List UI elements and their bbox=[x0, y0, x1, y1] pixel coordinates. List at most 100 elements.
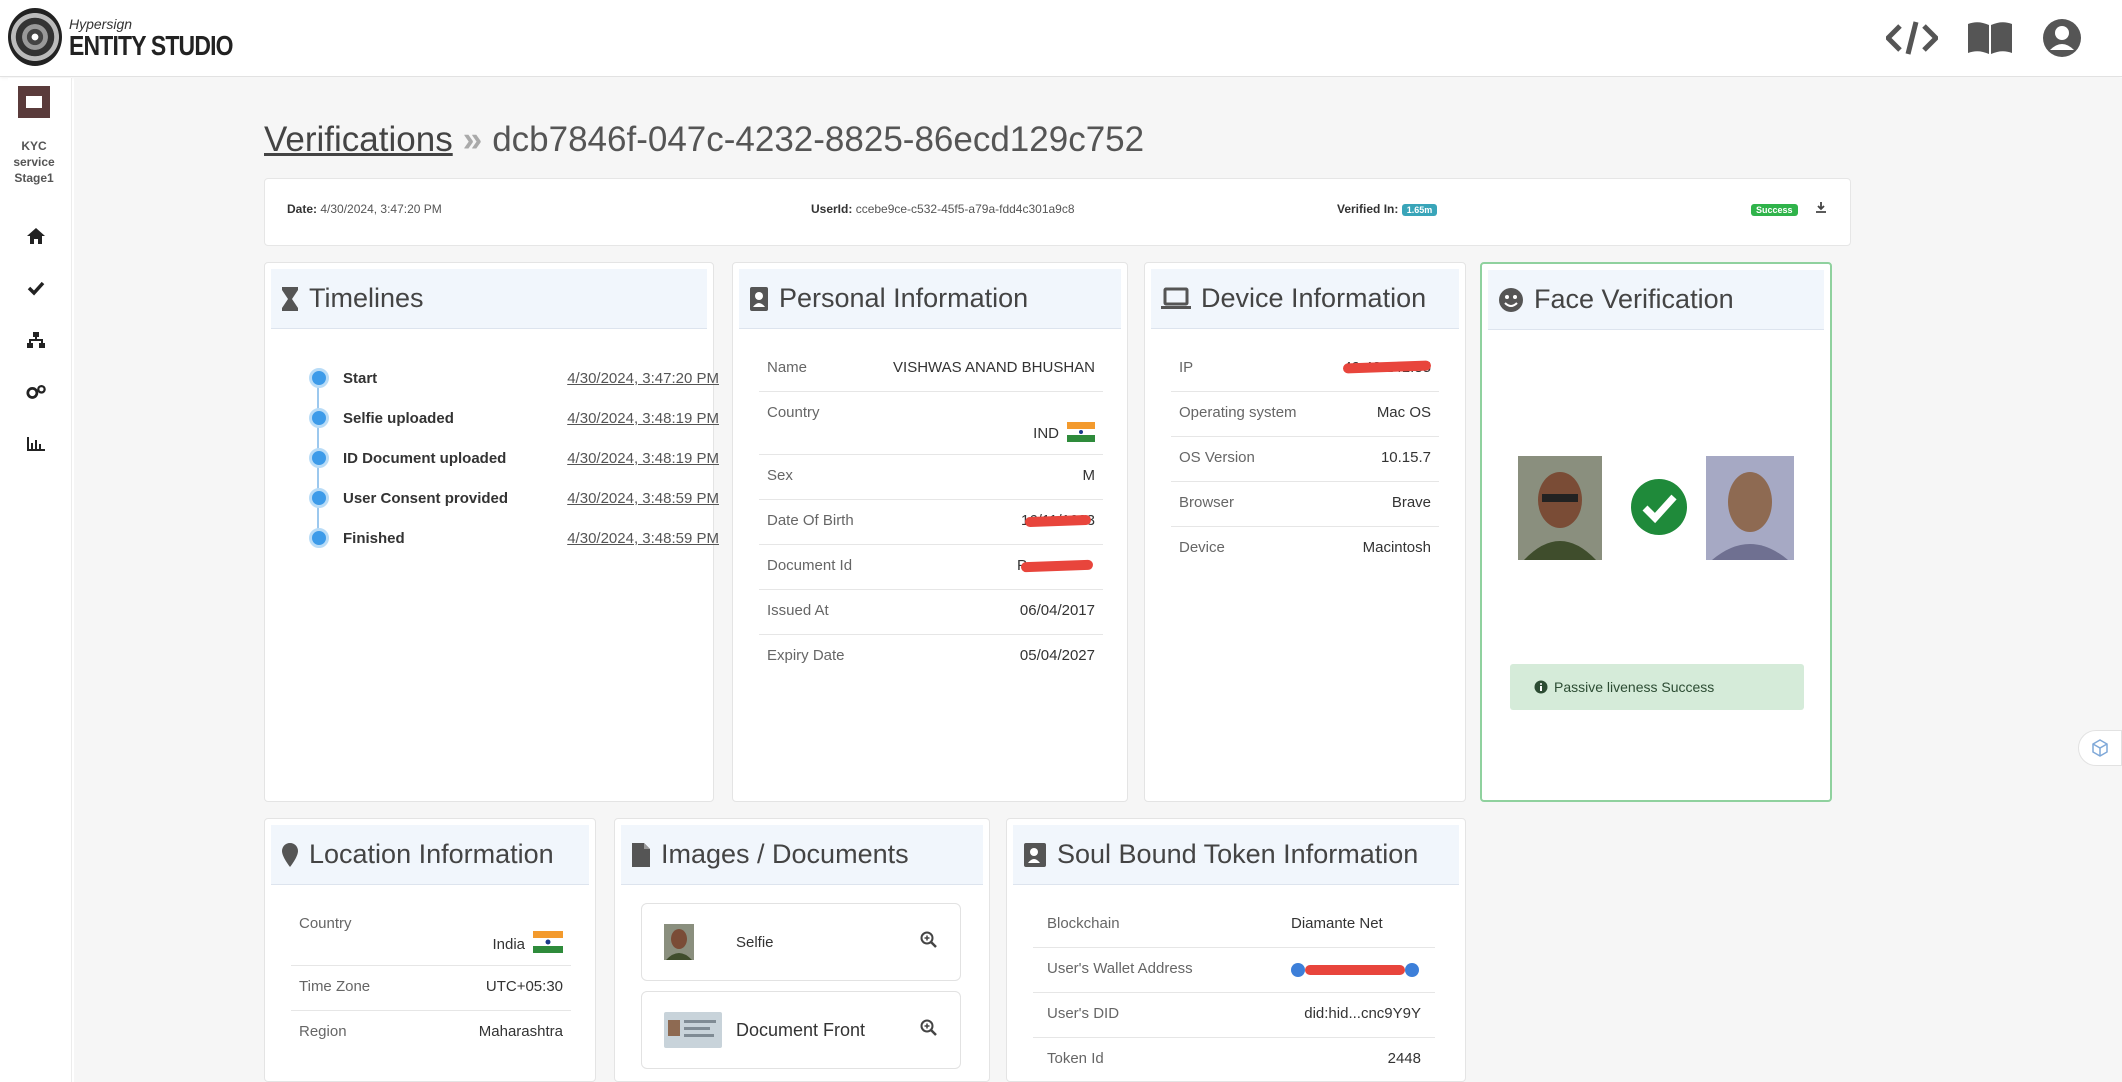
row-value: 06/04/2017 bbox=[1019, 602, 1095, 619]
device-info-title: Device Information bbox=[1201, 283, 1427, 313]
location-info-card: Location Information Country India Time … bbox=[264, 818, 596, 1082]
location-row-country: Country India bbox=[291, 903, 571, 966]
document-thumbnail bbox=[664, 1012, 722, 1048]
row-value: Brave bbox=[1391, 494, 1431, 511]
row-key: OS Version bbox=[1179, 449, 1255, 466]
timeline-event-label: ID Document uploaded bbox=[343, 449, 507, 467]
service-logo bbox=[18, 86, 50, 118]
row-key: Operating system bbox=[1179, 404, 1297, 421]
sitemap-icon[interactable] bbox=[26, 330, 46, 350]
timeline-event-date[interactable]: 4/30/2024, 3:48:19 PM bbox=[567, 450, 719, 467]
row-value: Macintosh bbox=[1362, 539, 1431, 556]
face-verification-card: Face Verification Passive liveness Succe… bbox=[1480, 262, 1832, 802]
meta-userid-value: ccebe9ce-c532-45f5-a79a-fdd4c301a9c8 bbox=[855, 202, 1075, 216]
row-value: IND bbox=[1033, 425, 1059, 442]
top-bar: Hypersign ENTITY STUDIO bbox=[0, 0, 2122, 77]
document-photo-image[interactable] bbox=[1706, 456, 1794, 560]
wallet-value bbox=[1291, 960, 1421, 980]
row-key: Blockchain bbox=[1047, 915, 1120, 932]
row-value: 05/04/2027 bbox=[1019, 647, 1095, 664]
device-row-os: Operating system Mac OS bbox=[1171, 392, 1439, 437]
location-info-title: Location Information bbox=[309, 839, 554, 869]
timeline-event-label: Start bbox=[343, 369, 378, 387]
cogs-icon[interactable] bbox=[26, 382, 46, 402]
row-key: Date Of Birth bbox=[767, 512, 854, 529]
timeline-event-label: Finished bbox=[343, 529, 405, 547]
laptop-icon bbox=[1161, 287, 1191, 311]
personal-info-title: Personal Information bbox=[779, 283, 1029, 313]
soul-bound-token-card: Soul Bound Token Information Blockchain … bbox=[1006, 818, 1466, 1082]
floating-helper-button[interactable] bbox=[2078, 730, 2122, 766]
zoom-icon[interactable] bbox=[920, 1019, 938, 1041]
meta-verified-in: Verified In: 1.65m bbox=[1337, 202, 1438, 216]
code-icon[interactable] bbox=[1886, 20, 1938, 56]
breadcrumb: Verifications » dcb7846f-047c-4232-8825-… bbox=[264, 120, 1144, 160]
face-verification-title: Face Verification bbox=[1534, 284, 1734, 314]
row-value: Maharashtra bbox=[478, 1023, 563, 1040]
hypersign-logo[interactable] bbox=[8, 8, 62, 66]
selfie-image[interactable] bbox=[1518, 456, 1602, 560]
row-value: VISHWAS ANAND BHUSHAN bbox=[893, 359, 1095, 376]
country-value: IND bbox=[1033, 422, 1095, 442]
page-title: dcb7846f-047c-4232-8825-86ecd129c752 bbox=[492, 120, 1145, 159]
location-country-value: India bbox=[492, 931, 563, 953]
sbt-header: Soul Bound Token Information bbox=[1013, 825, 1459, 885]
timeline-event: User Consent provided 4/30/2024, 3:48:59… bbox=[309, 488, 719, 508]
match-check-icon bbox=[1630, 478, 1688, 541]
timelines-card: Timelines Start 4/30/2024, 3:47:20 PM Se… bbox=[264, 262, 719, 802]
timeline-dot bbox=[309, 528, 329, 548]
device-row-os-version: OS Version 10.15.7 bbox=[1171, 437, 1439, 482]
device-info-header: Device Information bbox=[1151, 269, 1459, 329]
document-label: Document Front bbox=[736, 1019, 866, 1040]
timeline-event: Start 4/30/2024, 3:47:20 PM bbox=[309, 368, 719, 388]
meta-userid: UserId: ccebe9ce-c532-45f5-a79a-fdd4c301… bbox=[811, 202, 1075, 216]
row-value: UTC+05:30 bbox=[485, 978, 563, 995]
smile-icon bbox=[1498, 287, 1524, 313]
file-icon bbox=[631, 842, 651, 868]
liveness-text: Passive liveness Success bbox=[1554, 679, 1715, 695]
row-value: did:hid...cnc9Y9Y bbox=[1304, 1005, 1421, 1022]
timeline-event-date[interactable]: 4/30/2024, 3:48:59 PM bbox=[567, 490, 719, 507]
row-key: IP bbox=[1179, 359, 1194, 376]
timeline-dot bbox=[309, 408, 329, 428]
book-icon[interactable] bbox=[1966, 20, 2014, 56]
brand[interactable]: Hypersign ENTITY STUDIO bbox=[69, 17, 269, 61]
check-icon[interactable] bbox=[26, 278, 46, 298]
user-circle-icon[interactable] bbox=[2042, 18, 2082, 58]
india-flag-icon bbox=[533, 931, 563, 953]
breadcrumb-verifications-link[interactable]: Verifications bbox=[264, 120, 453, 160]
verification-meta: Date: 4/30/2024, 3:47:20 PM UserId: cceb… bbox=[264, 178, 1851, 246]
selfie-thumbnail bbox=[664, 924, 694, 960]
timeline-dot bbox=[309, 448, 329, 468]
document-id-value: P bbox=[1017, 557, 1095, 577]
address-card-icon bbox=[1023, 842, 1047, 868]
timelines-title: Timelines bbox=[309, 283, 424, 313]
timeline-dot bbox=[309, 368, 329, 388]
brand-title: ENTITY STUDIO bbox=[69, 30, 234, 61]
location-row-region: Region Maharashtra bbox=[291, 1011, 571, 1056]
row-value: India bbox=[492, 936, 525, 953]
sbt-row-did: User's DID did:hid...cnc9Y9Y bbox=[1033, 993, 1435, 1038]
cube-icon bbox=[2092, 739, 2108, 757]
row-key: Sex bbox=[767, 467, 793, 484]
main-content: Verifications » dcb7846f-047c-4232-8825-… bbox=[74, 78, 2122, 1082]
sbt-row-blockchain: Blockchain Diamante Net bbox=[1033, 903, 1435, 948]
meta-date: Date: 4/30/2024, 3:47:20 PM bbox=[287, 202, 442, 216]
timeline-event: Finished 4/30/2024, 3:48:59 PM bbox=[309, 528, 719, 548]
download-icon[interactable] bbox=[1815, 201, 1827, 216]
row-key: Name bbox=[767, 359, 808, 376]
timeline-event-date[interactable]: 4/30/2024, 3:47:20 PM bbox=[567, 370, 719, 387]
document-front-row[interactable]: Document Front bbox=[641, 991, 961, 1069]
personal-row-sex: Sex M bbox=[759, 455, 1103, 500]
timeline-event-date[interactable]: 4/30/2024, 3:48:19 PM bbox=[567, 410, 719, 427]
zoom-icon[interactable] bbox=[920, 931, 938, 953]
chart-icon[interactable] bbox=[26, 434, 46, 454]
redaction-mark bbox=[1020, 559, 1094, 573]
row-value: 10.15.7 bbox=[1380, 449, 1431, 466]
india-flag-icon bbox=[1067, 422, 1095, 442]
document-label: Selfie bbox=[736, 933, 774, 951]
timeline-event-date[interactable]: 4/30/2024, 3:48:59 PM bbox=[567, 530, 719, 547]
home-icon[interactable] bbox=[26, 226, 46, 246]
selfie-document-row[interactable]: Selfie bbox=[641, 903, 961, 981]
personal-row-issued-at: Issued At 06/04/2017 bbox=[759, 590, 1103, 635]
